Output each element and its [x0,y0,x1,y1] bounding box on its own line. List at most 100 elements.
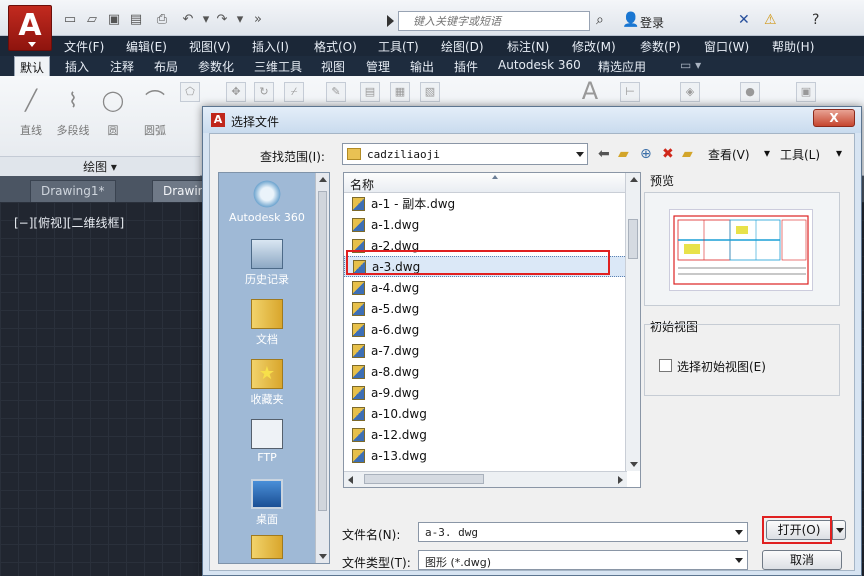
doc-tab-drawing1[interactable]: Drawing1* [30,180,116,202]
file-row[interactable]: a-6.dwg [344,319,627,340]
place-desktop[interactable]: 桌面 [219,479,315,527]
open-options-dropdown[interactable] [832,520,846,540]
file-type-select[interactable]: 图形 (*.dwg) [418,550,748,570]
dimension-icon[interactable]: ⊢ [620,82,640,102]
help-icon[interactable]: ? [812,12,819,28]
file-name-input[interactable]: a-3. dwg [418,522,748,542]
tab-manage[interactable]: 管理 [366,58,390,75]
move-icon[interactable]: ✥ [226,82,246,102]
application-menu-button[interactable]: A [8,5,52,51]
scroll-down-icon[interactable] [319,554,327,559]
exchange-icon[interactable]: ✕ [738,12,750,28]
file-row[interactable]: a-7.dwg [344,340,627,361]
menu-format[interactable]: 格式(O) [314,38,357,55]
menu-tools[interactable]: 工具(T) [378,38,419,55]
tab-insert[interactable]: 插入 [65,58,89,75]
new-folder-icon[interactable]: ▰ [682,146,693,162]
place-documents[interactable]: 文档 [219,299,315,347]
a360-icon[interactable]: ⚠ [764,12,777,28]
scroll-right-icon[interactable] [618,476,623,484]
tools-menu[interactable]: 工具(L) [780,146,820,163]
place-history[interactable]: 历史记录 [219,239,315,287]
file-row[interactable]: a-13.dwg [344,445,627,466]
scroll-up-icon[interactable] [319,177,327,182]
file-row[interactable]: a-8.dwg [344,361,627,382]
dialog-title-bar[interactable]: A 选择文件 X [203,107,861,133]
initial-view-checkbox-label[interactable]: 选择初始视图(E) [677,358,766,375]
search-input[interactable] [399,12,589,30]
views-dropdown-icon[interactable]: ▾ [764,146,770,160]
file-row[interactable]: a-4.dwg [344,277,627,298]
menu-window[interactable]: 窗口(W) [704,38,749,55]
open-icon[interactable]: ▱ [82,10,102,30]
new-icon[interactable]: ▭ [60,10,80,30]
file-row-selected[interactable]: a-3.dwg [344,256,627,277]
close-button[interactable]: X [813,109,855,127]
file-row[interactable]: a-5.dwg [344,298,627,319]
look-in-combo[interactable]: cadziliaoji [342,143,588,165]
print-icon[interactable]: ⎙ [152,10,172,30]
undo-icon[interactable]: ↶ [178,10,198,30]
menu-draw[interactable]: 绘图(D) [441,38,484,55]
initial-view-checkbox[interactable] [659,359,672,372]
ribbon-toggle-icon[interactable]: ▭ ▾ [680,58,701,72]
draw-panel-label[interactable]: 绘图 ▾ [0,156,200,176]
menu-parametric[interactable]: 参数(P) [640,38,681,55]
scroll-left-icon[interactable] [348,476,353,484]
tab-default[interactable]: 默认 [14,56,51,76]
groups-icon[interactable]: ▣ [796,82,816,102]
scroll-thumb[interactable] [628,219,638,259]
layer-state-icon[interactable]: ▧ [420,82,440,102]
layer-icon[interactable]: ▤ [360,82,380,102]
place-favorites[interactable]: ★ 收藏夹 [219,359,315,407]
tab-autodesk-360[interactable]: Autodesk 360 [498,58,581,72]
save-as-icon[interactable]: ▤ [126,10,146,30]
user-icon[interactable]: 👤 [622,12,639,28]
circle-tool[interactable]: ◯ 圆 [92,82,134,138]
tab-parametric[interactable]: 参数化 [198,58,234,75]
tab-output[interactable]: 输出 [410,58,434,75]
file-row[interactable]: a-9.dwg [344,382,627,403]
menu-dimension[interactable]: 标注(N) [507,38,549,55]
chevron-down-icon[interactable] [735,530,743,535]
scroll-up-icon[interactable] [630,177,638,182]
login-link[interactable]: 登录 [640,14,664,31]
erase-icon[interactable]: ✎ [326,82,346,102]
cancel-button[interactable]: 取消 [762,550,842,570]
place-ftp[interactable]: FTP [219,419,315,464]
search-box[interactable] [387,11,590,31]
tools-dropdown-icon[interactable]: ▾ [836,146,842,160]
menu-insert[interactable]: 插入(I) [252,38,289,55]
views-menu[interactable]: 查看(V) [708,146,750,163]
file-list-hscroll[interactable] [344,471,627,487]
delete-icon[interactable]: ✖ [662,146,674,162]
tab-annotate[interactable]: 注释 [110,58,134,75]
chevron-down-icon[interactable] [735,558,743,563]
scroll-thumb[interactable] [318,191,327,511]
search-expand-icon[interactable] [387,15,394,27]
open-button[interactable]: 打开(O) [766,520,832,540]
up-folder-icon[interactable]: ▰ [618,146,629,162]
place-autodesk-360[interactable]: Autodesk 360 [219,179,315,224]
rotate-icon[interactable]: ↻ [254,82,274,102]
scroll-thumb[interactable] [364,474,484,484]
tab-featured-apps[interactable]: 精选应用 [598,58,646,75]
search-web-icon[interactable]: ⊕ [640,146,652,162]
tab-view[interactable]: 视图 [321,58,345,75]
tab-layout[interactable]: 布局 [154,58,178,75]
polygon-icon[interactable]: ⬠ [180,82,200,102]
place-more[interactable] [219,535,315,559]
tab-addins[interactable]: 插件 [454,58,478,75]
tab-3d-tools[interactable]: 三维工具 [254,58,302,75]
save-icon[interactable]: ▣ [104,10,124,30]
arc-tool[interactable]: ⌒ 圆弧 [134,82,176,138]
menu-help[interactable]: 帮助(H) [772,38,814,55]
menu-edit[interactable]: 编辑(E) [126,38,167,55]
column-header-name[interactable]: 名称 [344,173,627,193]
viewport-controls[interactable]: [−][俯视][二维线框] [14,214,124,231]
layer-props-icon[interactable]: ▦ [390,82,410,102]
back-icon[interactable]: ⬅ [598,146,610,162]
line-tool[interactable]: ╱ 直线 [10,82,52,138]
more-icon[interactable]: » [248,10,268,30]
file-list-vscroll[interactable] [625,173,640,471]
